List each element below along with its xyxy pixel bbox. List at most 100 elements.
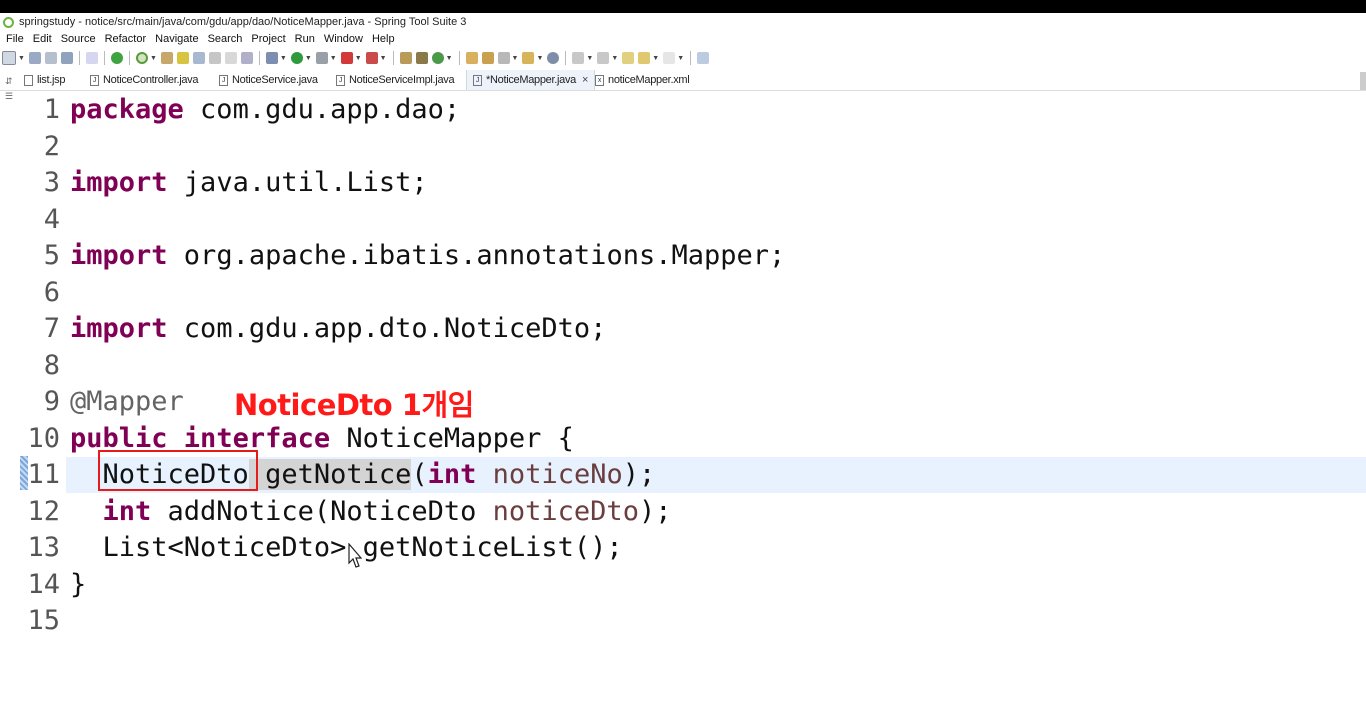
mark-occurrences-icon[interactable]	[176, 52, 189, 64]
open-perspective-icon[interactable]	[697, 52, 710, 64]
tab-label: list.jsp	[37, 74, 66, 86]
chevron-down-icon[interactable]: ▼	[380, 55, 387, 62]
tab-notice-controller[interactable]: J NoticeController.java	[90, 70, 199, 90]
tab-notice-service[interactable]: J NoticeService.java	[219, 70, 318, 90]
print-icon[interactable]	[60, 52, 73, 64]
java-file-icon: J	[90, 74, 99, 86]
skip-breakpoints-icon[interactable]	[85, 52, 98, 64]
tab-notice-mapper-xml[interactable]: x noticeMapper.xml	[595, 70, 690, 90]
code-line: 2	[0, 129, 1366, 165]
chevron-down-icon[interactable]: ▼	[330, 55, 337, 62]
tab-label: NoticeService.java	[232, 74, 318, 86]
toolbar-separator	[103, 51, 105, 65]
open-type-icon[interactable]	[465, 52, 478, 64]
chevron-down-icon[interactable]: ▼	[611, 55, 618, 62]
chevron-down-icon[interactable]: ▼	[305, 55, 312, 62]
code-line: 3 import java.util.List;	[0, 165, 1366, 201]
chevron-down-icon[interactable]: ▼	[280, 55, 287, 62]
toggle-block-icon[interactable]	[192, 52, 205, 64]
menu-project[interactable]: Project	[251, 33, 285, 45]
folder-icon[interactable]	[522, 52, 535, 64]
forward-icon[interactable]	[663, 52, 676, 64]
chevron-down-icon[interactable]: ▼	[652, 55, 659, 62]
code-token: getNotice	[248, 459, 412, 490]
code-token: package	[70, 94, 184, 125]
toolbar-separator	[258, 51, 260, 65]
previous-annotation-icon[interactable]	[597, 52, 610, 64]
globe-icon[interactable]	[547, 52, 560, 64]
line-number: 9	[43, 386, 60, 417]
next-annotation-icon[interactable]	[572, 52, 585, 64]
code-token: noticeDto	[476, 495, 639, 527]
code-token: noticeNo	[476, 459, 623, 490]
line-number: 4	[43, 203, 60, 235]
menu-run[interactable]: Run	[295, 33, 315, 45]
pin-icon[interactable]	[160, 52, 173, 64]
menu-edit[interactable]: Edit	[33, 33, 52, 45]
chevron-down-icon[interactable]: ▼	[586, 55, 593, 62]
code-text[interactable]: package com.gdu.app.dao;	[70, 92, 460, 128]
stop-icon[interactable]	[340, 52, 353, 64]
line-number: 3	[43, 167, 60, 198]
menu-refactor[interactable]: Refactor	[105, 33, 147, 45]
tab-scrollbar[interactable]	[1360, 72, 1366, 90]
chevron-down-icon[interactable]: ▼	[446, 55, 453, 62]
menu-help[interactable]: Help	[372, 33, 395, 45]
code-line: 12 int addNotice(NoticeDto noticeDto);	[0, 494, 1366, 530]
chevron-down-icon[interactable]: ▼	[677, 55, 684, 62]
start-server-icon[interactable]	[110, 52, 123, 64]
menu-file[interactable]: File	[6, 33, 24, 45]
code-token: import	[70, 167, 168, 198]
last-edit-location-icon[interactable]	[622, 52, 635, 64]
tab-list-jsp[interactable]: list.jsp	[24, 70, 65, 90]
chevron-down-icon[interactable]: ▼	[18, 55, 25, 62]
run-icon[interactable]	[290, 52, 303, 64]
code-line: 13 List<NoticeDto> getNoticeList();	[0, 530, 1366, 566]
menu-search[interactable]: Search	[208, 33, 243, 45]
code-text[interactable]: int addNotice(NoticeDto noticeDto);	[70, 494, 672, 530]
chevron-down-icon[interactable]: ▼	[536, 55, 543, 62]
code-text[interactable]: import org.apache.ibatis.annotations.Map…	[70, 238, 785, 274]
open-task-icon[interactable]	[481, 52, 494, 64]
code-text[interactable]: import com.gdu.app.dto.NoticeDto;	[70, 311, 606, 347]
new-java-project-icon[interactable]	[399, 52, 412, 64]
tab-label: NoticeController.java	[103, 74, 199, 86]
new-icon[interactable]	[2, 51, 16, 65]
show-whitespace-icon[interactable]	[208, 52, 221, 64]
coverage-icon[interactable]	[365, 52, 378, 64]
menu-source[interactable]: Source	[61, 33, 96, 45]
new-package-icon[interactable]	[415, 52, 428, 64]
spring-refresh-icon[interactable]	[135, 52, 148, 64]
new-class-icon[interactable]	[431, 52, 444, 64]
external-tools-icon[interactable]	[315, 52, 328, 64]
chevron-down-icon[interactable]: ▼	[150, 55, 157, 62]
menu-window[interactable]: Window	[324, 33, 363, 45]
menu-navigate[interactable]: Navigate	[155, 33, 198, 45]
code-editor[interactable]: 1 package com.gdu.app.dao; 2 3 import java.u…	[0, 90, 1366, 723]
word-wrap-icon[interactable]	[240, 52, 253, 64]
save-icon[interactable]	[28, 52, 41, 64]
code-text[interactable]: }	[70, 567, 86, 603]
tab-notice-mapper[interactable]: J *NoticeMapper.java ×	[466, 70, 596, 90]
brush-icon[interactable]	[497, 52, 510, 64]
code-text[interactable]: @Mapper	[70, 384, 184, 420]
code-token: addNotice(NoticeDto	[151, 495, 477, 527]
tab-label: NoticeServiceImpl.java	[349, 74, 455, 86]
save-all-icon[interactable]	[44, 52, 57, 64]
spring-logo-icon	[3, 16, 14, 28]
line-number: 5	[43, 240, 60, 271]
code-text[interactable]: List<NoticeDto> getNoticeList();	[70, 530, 623, 566]
code-token: int	[70, 495, 152, 527]
back-icon[interactable]	[638, 52, 651, 64]
code-text[interactable]: import java.util.List;	[70, 165, 428, 201]
chevron-down-icon[interactable]: ▼	[512, 55, 519, 62]
debug-icon[interactable]	[265, 52, 278, 64]
code-token: import	[70, 313, 168, 344]
pilcrow-icon[interactable]	[224, 52, 237, 64]
chevron-down-icon[interactable]: ▼	[355, 55, 362, 62]
code-token: NoticeMapper {	[330, 422, 574, 454]
code-line: 15	[0, 603, 1366, 639]
close-icon[interactable]: ×	[582, 74, 588, 86]
code-token: java.util.List;	[167, 167, 428, 198]
tab-notice-service-impl[interactable]: J NoticeServiceImpl.java	[336, 70, 455, 90]
